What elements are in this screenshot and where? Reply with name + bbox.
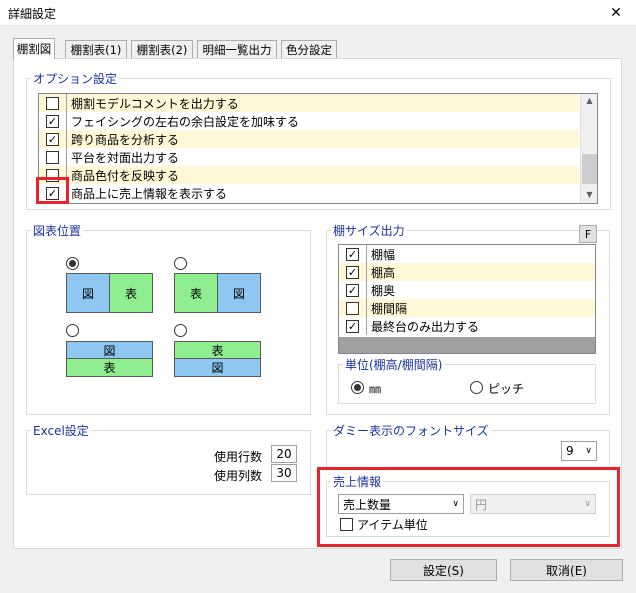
radio-fig-top[interactable] bbox=[66, 324, 79, 337]
checkbox[interactable] bbox=[46, 96, 59, 110]
fig-block: 図 bbox=[66, 273, 110, 313]
fig-block: 図 bbox=[217, 273, 261, 313]
rows-input[interactable]: 20 bbox=[271, 445, 297, 463]
check-icon: ✓ bbox=[47, 114, 58, 128]
dummy-font-label: ダミー表示のフォントサイズ bbox=[331, 422, 491, 439]
table-block: 表 bbox=[174, 341, 261, 359]
list-item[interactable]: ✓ 跨り商品を分析する bbox=[39, 130, 579, 148]
chevron-down-icon: ∨ bbox=[585, 446, 592, 456]
checkbox[interactable]: ✓ bbox=[346, 283, 359, 297]
radio-unit-mm[interactable] bbox=[351, 381, 364, 394]
tab-color-setting[interactable]: 色分設定 bbox=[281, 40, 337, 58]
size-output-list: ✓ 棚幅 ✓ 棚高 ✓ 棚奥 棚間隔 ✓ 最終台のみ出力する bbox=[338, 244, 596, 354]
options-list: 棚割モデルコメントを出力する ✓ フェイシングの左右の余白設定を加味する ✓ 跨… bbox=[38, 93, 598, 204]
cancel-button[interactable]: 取消(E) bbox=[510, 559, 623, 581]
radio-unit-pitch[interactable] bbox=[470, 381, 483, 394]
unit-mm-label: ㎜ bbox=[369, 382, 382, 396]
dummy-font-select[interactable]: 9 ∨ bbox=[561, 441, 597, 461]
tab-shelf-figure[interactable]: 棚割図 bbox=[13, 38, 55, 59]
close-button[interactable]: ✕ bbox=[596, 0, 636, 26]
unit-pitch-label: ピッチ bbox=[488, 382, 525, 396]
list-item[interactable]: ✓ フェイシングの左右の余白設定を加味する bbox=[39, 112, 579, 130]
checkbox[interactable]: ✓ bbox=[46, 114, 59, 128]
scroll-up-icon[interactable]: ▲ bbox=[581, 96, 598, 105]
list-item[interactable]: ✓ 棚高 bbox=[339, 263, 595, 281]
fig-block: 図 bbox=[174, 358, 261, 377]
cols-input[interactable]: 30 bbox=[271, 464, 297, 482]
check-icon: ✓ bbox=[347, 247, 358, 261]
list-item[interactable]: 商品色付を反映する bbox=[39, 166, 579, 184]
check-icon: ✓ bbox=[47, 132, 58, 146]
cols-label: 使用列数 bbox=[214, 469, 263, 483]
scrollbar[interactable]: ▲ ▼ bbox=[580, 94, 597, 203]
tab-panel: オプション設定 棚割モデルコメントを出力する ✓ フェイシングの左右の余白設定を… bbox=[13, 58, 622, 549]
excel-group bbox=[26, 430, 311, 495]
chart-position-label: 図表位置 bbox=[31, 222, 84, 239]
size-output-label: 棚サイズ出力 bbox=[331, 222, 407, 239]
list-item[interactable]: ✓ 棚奥 bbox=[339, 281, 595, 299]
check-icon: ✓ bbox=[347, 283, 358, 297]
check-icon: ✓ bbox=[347, 265, 358, 279]
checkbox[interactable]: ✓ bbox=[46, 132, 59, 146]
highlight-checkbox bbox=[36, 177, 69, 204]
checkbox[interactable] bbox=[346, 301, 359, 315]
tab-shelf-table-1[interactable]: 棚割表(1) bbox=[65, 40, 127, 58]
check-icon: ✓ bbox=[347, 319, 358, 333]
tab-bar: 棚割図 棚割表(1) 棚割表(2) 明細一覧出力 色分設定 bbox=[13, 38, 343, 59]
unit-label: 単位(棚高/棚間隔) bbox=[343, 356, 445, 373]
list-item[interactable]: 棚割モデルコメントを出力する bbox=[39, 94, 579, 112]
checkbox[interactable]: ✓ bbox=[346, 247, 359, 261]
list-footer bbox=[339, 337, 595, 353]
table-block: 表 bbox=[66, 358, 153, 377]
scroll-thumb[interactable] bbox=[582, 154, 597, 184]
radio-fig-left[interactable] bbox=[66, 257, 79, 270]
radio-table-left[interactable] bbox=[174, 257, 187, 270]
table-block: 表 bbox=[109, 273, 153, 313]
list-item[interactable]: 棚間隔 bbox=[339, 299, 595, 317]
window-title: 詳細設定 bbox=[8, 7, 57, 21]
tab-shelf-table-2[interactable]: 棚割表(2) bbox=[131, 40, 193, 58]
rows-label: 使用行数 bbox=[214, 450, 263, 464]
excel-label: Excel設定 bbox=[31, 422, 91, 439]
fig-block: 図 bbox=[66, 341, 153, 359]
options-group-label: オプション設定 bbox=[31, 70, 120, 87]
checkbox[interactable]: ✓ bbox=[346, 265, 359, 279]
list-item[interactable]: ✓ 棚幅 bbox=[339, 245, 595, 263]
list-item[interactable]: 平台を対面出力する bbox=[39, 148, 579, 166]
list-item[interactable]: ✓ 商品上に売上情報を表示する bbox=[39, 184, 579, 202]
tab-detail-list[interactable]: 明細一覧出力 bbox=[197, 40, 277, 58]
close-icon: ✕ bbox=[610, 5, 622, 21]
radio-table-top[interactable] bbox=[174, 324, 187, 337]
table-block: 表 bbox=[174, 273, 218, 313]
ok-button[interactable]: 設定(S) bbox=[390, 559, 497, 581]
list-item[interactable]: ✓ 最終台のみ出力する bbox=[339, 317, 595, 335]
f-button[interactable]: F bbox=[579, 225, 597, 243]
scroll-down-icon[interactable]: ▼ bbox=[581, 190, 598, 199]
checkbox[interactable]: ✓ bbox=[346, 319, 359, 333]
highlight-sales bbox=[317, 467, 620, 547]
title-bar: 詳細設定 ✕ bbox=[0, 0, 636, 26]
checkbox[interactable] bbox=[46, 150, 59, 164]
